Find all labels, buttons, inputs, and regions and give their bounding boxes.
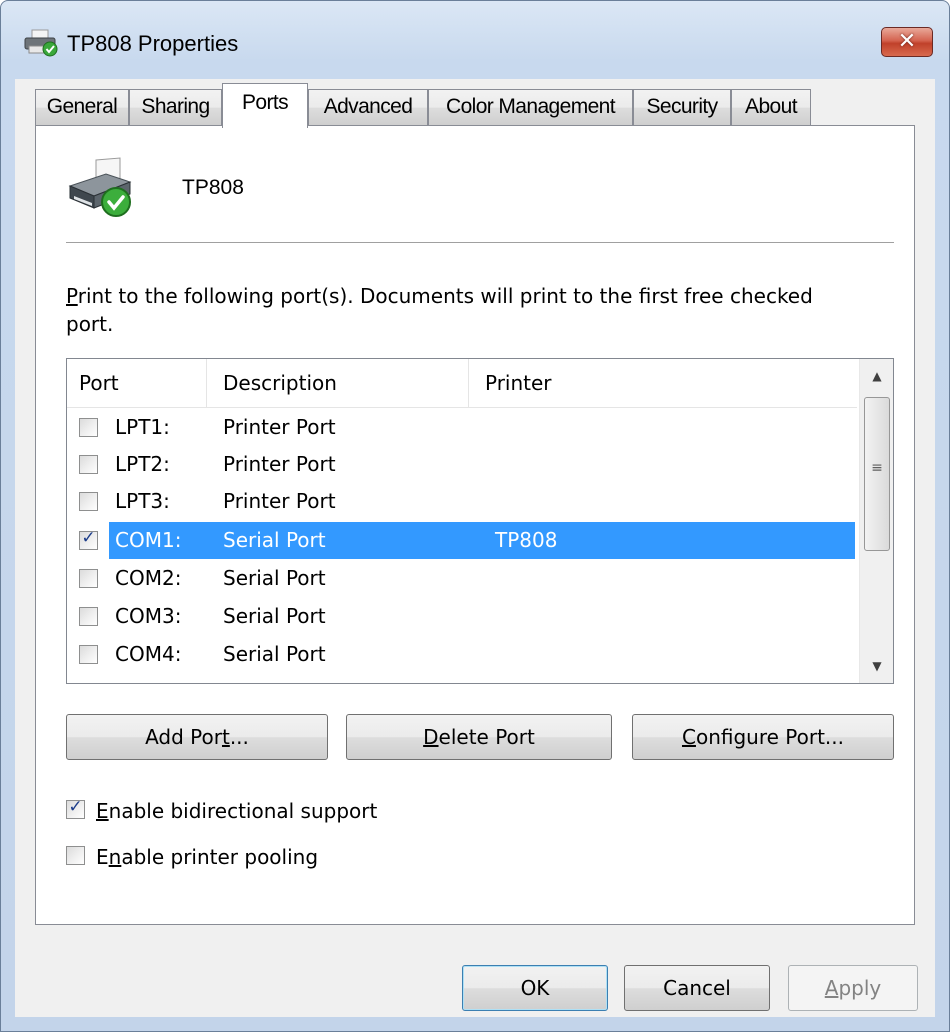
tab-advanced[interactable]: Advanced [308, 89, 428, 125]
port-row-lpt2[interactable]: LPT2: Printer Port [67, 446, 857, 483]
ports-tab-panel: TP808 Print to the following port(s). Do… [35, 125, 915, 925]
port-name: COM1: [115, 528, 182, 552]
apply-button[interactable]: Apply [788, 965, 918, 1011]
port-description: Serial Port [223, 604, 326, 628]
ok-button[interactable]: OK [462, 965, 608, 1011]
vertical-scrollbar[interactable]: ▲ ≡ ▼ [859, 359, 893, 683]
tab-security[interactable]: Security [633, 89, 731, 125]
dialog-body: General Sharing Ports Advanced Color Man… [15, 79, 935, 1017]
column-header-port[interactable]: Port [67, 359, 207, 407]
tab-sharing[interactable]: Sharing [129, 89, 222, 125]
port-name: COM2: [115, 566, 182, 590]
tab-general[interactable]: General [35, 89, 129, 125]
port-description: Serial Port [223, 566, 326, 590]
close-icon: ✕ [897, 29, 917, 54]
port-checkbox[interactable] [79, 569, 98, 588]
port-row-com4[interactable]: COM4: Serial Port [67, 636, 857, 673]
column-header-description[interactable]: Description [207, 359, 469, 407]
printer-icon [24, 29, 58, 57]
checkmark-icon: ✓ [68, 797, 83, 817]
port-description: Serial Port [223, 642, 326, 666]
tab-about[interactable]: About [731, 89, 811, 125]
port-description: Printer Port [223, 415, 336, 439]
port-printer: TP808 [495, 528, 558, 552]
port-row-lpt3[interactable]: LPT3: Printer Port [67, 483, 857, 520]
port-name: COM3: [115, 604, 182, 628]
port-name: LPT2: [115, 452, 170, 476]
separator [66, 242, 894, 243]
port-checkbox[interactable] [79, 455, 98, 474]
add-port-button[interactable]: Add Port... [66, 714, 328, 760]
properties-window: TP808 Properties ✕ General Sharing Ports… [0, 0, 950, 1032]
title-bar[interactable]: TP808 Properties ✕ [1, 1, 949, 81]
delete-port-button[interactable]: Delete Port [346, 714, 612, 760]
port-description: Printer Port [223, 452, 336, 476]
port-description: Serial Port [223, 528, 326, 552]
instructions-text: Print to the following port(s). Document… [66, 284, 813, 336]
pooling-checkbox[interactable] [66, 846, 85, 865]
scroll-up-arrow-icon[interactable]: ▲ [860, 359, 893, 393]
column-header-printer[interactable]: Printer [469, 359, 857, 407]
port-checkbox[interactable] [79, 418, 98, 437]
tab-strip: General Sharing Ports Advanced Color Man… [35, 83, 915, 128]
printer-name: TP808 [182, 176, 244, 199]
port-checkbox[interactable] [79, 492, 98, 511]
port-row-com2[interactable]: COM2: Serial Port [67, 560, 857, 597]
ports-list[interactable]: Port Description Printer LPT1: Printer P… [66, 358, 894, 684]
grip-icon: ≡ [871, 460, 883, 476]
port-row-com1[interactable]: ✓ COM1: Serial Port TP808 [67, 522, 857, 559]
port-name: LPT3: [115, 489, 170, 513]
printer-ready-icon [68, 157, 132, 217]
tab-color-management[interactable]: Color Management [428, 89, 633, 125]
port-description: Printer Port [223, 489, 336, 513]
checkmark-icon: ✓ [81, 528, 96, 548]
port-name: COM4: [115, 642, 182, 666]
port-checkbox[interactable] [79, 645, 98, 664]
port-checkbox[interactable]: ✓ [79, 528, 98, 550]
pooling-label: Enable printer pooling [96, 845, 319, 869]
list-header: Port Description Printer [67, 359, 857, 408]
scrollbar-thumb[interactable]: ≡ [864, 397, 890, 551]
tab-ports[interactable]: Ports [222, 83, 308, 128]
scroll-down-arrow-icon[interactable]: ▼ [860, 649, 893, 683]
port-row-com3[interactable]: COM3: Serial Port [67, 598, 857, 635]
cancel-button[interactable]: Cancel [624, 965, 770, 1011]
configure-port-button[interactable]: Configure Port... [632, 714, 894, 760]
selection-highlight [109, 522, 855, 559]
window-title: TP808 Properties [67, 31, 239, 56]
bidirectional-label: Enable bidirectional support [96, 799, 378, 823]
port-row-lpt1[interactable]: LPT1: Printer Port [67, 409, 857, 446]
close-button[interactable]: ✕ [881, 27, 933, 57]
port-checkbox[interactable] [79, 607, 98, 626]
port-name: LPT1: [115, 415, 170, 439]
bidirectional-checkbox[interactable]: ✓ [66, 797, 85, 819]
